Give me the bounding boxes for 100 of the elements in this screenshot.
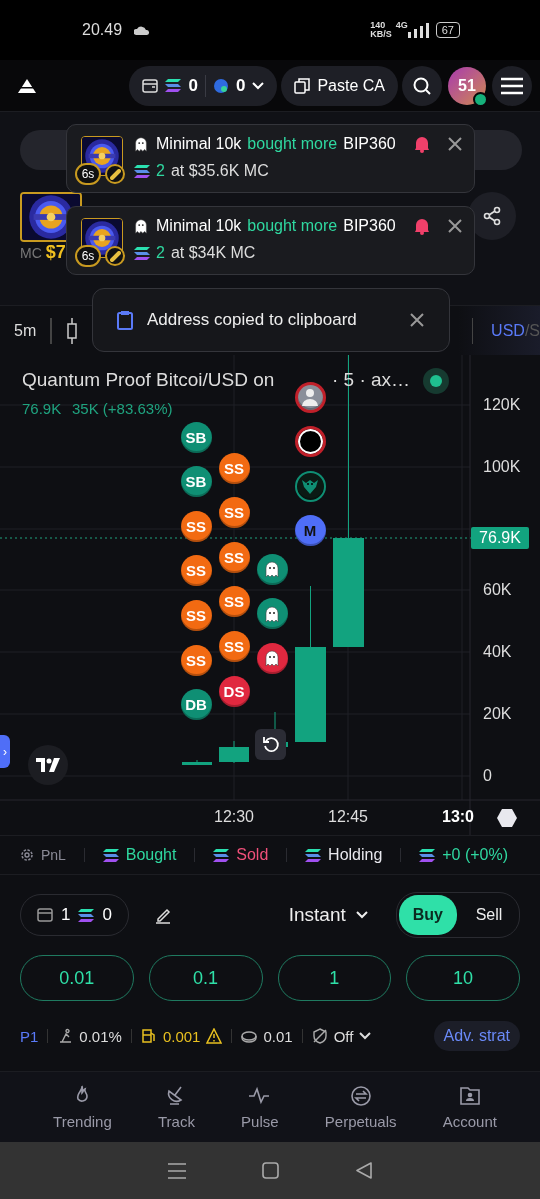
nav-item[interactable]: Pulse bbox=[235, 1072, 285, 1142]
priority-fee: 0.001 bbox=[162, 1027, 201, 1045]
ghost-icon bbox=[132, 217, 150, 235]
network-speed: 140 KB/S bbox=[370, 21, 392, 39]
advanced-strategy-button[interactable]: Adv. strat bbox=[433, 1021, 520, 1051]
candle bbox=[219, 740, 249, 764]
chart-logo-icon bbox=[36, 758, 60, 772]
cloud-icon bbox=[134, 25, 151, 35]
slippage-value: 0.01% bbox=[79, 1027, 122, 1045]
price-tag: 76.9K bbox=[471, 527, 529, 549]
trade-amount: 2 bbox=[156, 244, 165, 262]
copy-icon bbox=[294, 77, 311, 94]
side-tab[interactable]: › bbox=[0, 735, 10, 768]
points-icon bbox=[212, 77, 229, 94]
person-icon bbox=[302, 388, 318, 406]
trade-marker[interactable]: SS bbox=[218, 541, 250, 573]
ghost-icon bbox=[132, 135, 150, 153]
nav-item[interactable]: Trending bbox=[47, 1072, 118, 1142]
close-icon bbox=[447, 136, 463, 152]
reset-button[interactable] bbox=[255, 729, 286, 760]
search-button[interactable] bbox=[402, 65, 442, 106]
pnl-stat: Bought bbox=[125, 846, 177, 864]
network-type: 4G bbox=[395, 20, 408, 30]
search-icon bbox=[412, 75, 432, 96]
axis-label: 12:30 bbox=[214, 808, 254, 826]
bell-icon[interactable] bbox=[414, 135, 430, 153]
trade-marker[interactable]: SS bbox=[218, 586, 250, 618]
pnl-settings[interactable]: PnL bbox=[41, 847, 66, 863]
trade-marker[interactable]: SS bbox=[218, 497, 250, 529]
shield-off-icon bbox=[311, 1028, 328, 1044]
trade-marker[interactable]: SS bbox=[180, 555, 212, 587]
bell-icon[interactable] bbox=[414, 217, 430, 235]
close-icon bbox=[409, 312, 425, 328]
trade-marker[interactable]: SB bbox=[180, 421, 212, 453]
ghost-marker[interactable] bbox=[256, 553, 288, 585]
ghost-icon bbox=[262, 648, 282, 669]
avatar[interactable]: 51 bbox=[448, 66, 486, 105]
candle-icon[interactable] bbox=[65, 317, 78, 344]
account-icon bbox=[458, 1084, 481, 1107]
logo-icon[interactable] bbox=[18, 78, 36, 93]
nav-item[interactable]: Perpetuals bbox=[318, 1072, 403, 1142]
trade-marker[interactable]: SS bbox=[180, 599, 212, 631]
pencil-icon[interactable] bbox=[154, 906, 171, 924]
sol-icon bbox=[78, 908, 95, 922]
candle bbox=[182, 759, 212, 766]
chart-title: Quantum Proof Bitcoi/USD on bbox=[22, 369, 275, 391]
toast-message: Address copied to clipboard bbox=[147, 310, 357, 330]
currency-toggle[interactable]: USD bbox=[487, 321, 525, 340]
axis-label: 12:45 bbox=[328, 808, 368, 826]
ghost-marker[interactable] bbox=[256, 642, 288, 674]
menu-icon[interactable] bbox=[168, 1162, 187, 1179]
paste-ca-button[interactable]: Paste CA bbox=[281, 65, 398, 106]
trade-marker[interactable]: DB bbox=[180, 689, 212, 721]
axis-label: 20K bbox=[483, 705, 512, 723]
nav-item[interactable]: Account bbox=[436, 1072, 503, 1142]
hexagon-icon[interactable] bbox=[497, 809, 517, 827]
wallet-icon bbox=[37, 908, 53, 922]
trade-marker[interactable]: SS bbox=[218, 630, 250, 662]
mode-dropdown[interactable]: Instant bbox=[282, 903, 374, 927]
ring-marker[interactable] bbox=[294, 426, 326, 458]
home-icon[interactable] bbox=[262, 1162, 280, 1179]
nav-item[interactable]: Track bbox=[151, 1072, 201, 1142]
wallet-button[interactable]: 0 0 bbox=[129, 65, 278, 106]
menu-icon bbox=[501, 76, 523, 95]
reset-icon bbox=[261, 735, 280, 754]
side-tab[interactable]: Buy bbox=[398, 895, 457, 935]
trade-detail: at $34K MC bbox=[170, 244, 256, 262]
trade-action: bought more bbox=[247, 217, 338, 235]
trade-marker[interactable]: SB bbox=[180, 466, 212, 498]
eagle-marker[interactable] bbox=[294, 470, 326, 502]
axis-label: 0 bbox=[483, 767, 492, 785]
interval-button[interactable]: 5m bbox=[14, 321, 37, 340]
last-price: 76.9K bbox=[22, 400, 62, 417]
menu-button[interactable] bbox=[492, 65, 532, 106]
pnl-stat: Holding bbox=[328, 846, 383, 864]
back-icon[interactable] bbox=[355, 1162, 372, 1179]
ghost-marker[interactable] bbox=[256, 598, 288, 630]
trade-amount: 2 bbox=[156, 162, 165, 180]
swap-icon bbox=[349, 1084, 372, 1107]
mev-value: Off bbox=[333, 1027, 354, 1045]
trader-marker[interactable]: M bbox=[294, 515, 326, 547]
axis-label: 40K bbox=[483, 643, 512, 661]
trade-marker[interactable]: SS bbox=[180, 644, 212, 676]
trade-marker[interactable]: DS bbox=[218, 675, 250, 707]
signal-icon bbox=[407, 22, 430, 38]
trade-detail: at $35.6K MC bbox=[170, 162, 269, 180]
eagle-icon bbox=[301, 477, 319, 496]
axis-label: 100K bbox=[483, 458, 521, 476]
token-symbol: BIP360 bbox=[343, 217, 396, 235]
chart-logo[interactable] bbox=[28, 745, 68, 785]
sol-icon bbox=[419, 848, 436, 862]
avatar-marker[interactable] bbox=[294, 381, 326, 413]
side-tab[interactable]: Sell bbox=[461, 895, 517, 935]
preset-label[interactable]: P1 bbox=[20, 1027, 39, 1045]
market-cap-value: $7 bbox=[45, 242, 66, 263]
trade-marker[interactable]: SS bbox=[218, 452, 250, 484]
share-button[interactable] bbox=[468, 192, 516, 240]
status-dot-button[interactable] bbox=[423, 368, 449, 394]
battery-level: 67 bbox=[435, 22, 460, 38]
trade-marker[interactable]: SS bbox=[180, 510, 212, 542]
